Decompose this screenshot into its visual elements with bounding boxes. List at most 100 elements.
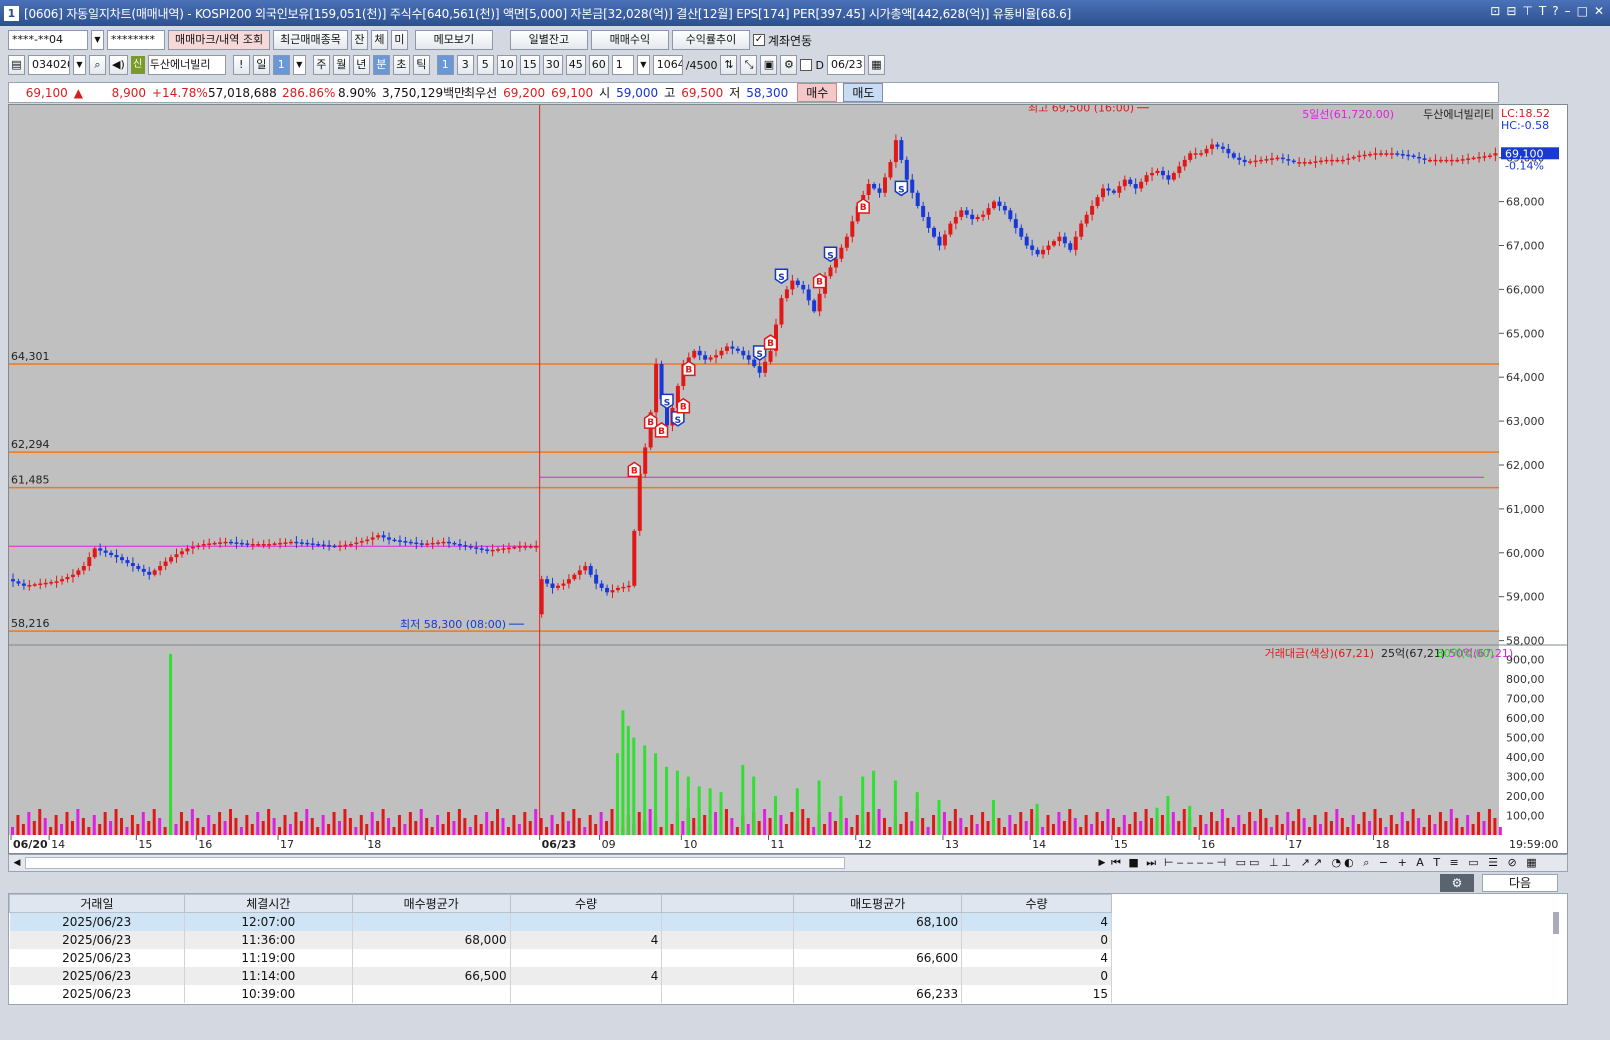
interval-button[interactable]: 45 [565, 55, 586, 75]
period-week-button[interactable]: 주 [312, 55, 330, 75]
volume-bar [1324, 812, 1328, 835]
pin-icon[interactable]: ⊤ [1522, 4, 1532, 18]
unit-field[interactable]: 1 [611, 55, 634, 75]
interval-button[interactable]: 3 [456, 55, 474, 75]
memo-button[interactable]: 메모보기 [414, 30, 493, 50]
table-row[interactable]: 2025/06/23 11:19:00 66,600 4 [9, 948, 1112, 967]
alert-button[interactable]: ! [232, 55, 250, 75]
table-settings-icon[interactable]: ⚙ [1440, 874, 1474, 892]
chart-panel[interactable]: 58,000 59,000 60,000 61,000 62,000 63,000 64,0… [8, 104, 1568, 854]
candle-body [354, 542, 359, 545]
quote-bar: 69,100 ▲ 8,900 +14.78% 57,018,688 286.86%… [8, 82, 1499, 103]
date-field[interactable]: 06/23 [826, 55, 865, 75]
scroll-right-icon[interactable]: ▶ [1094, 855, 1110, 871]
search-icon[interactable]: ⌕ [89, 55, 106, 75]
speaker-icon[interactable]: ◀) [109, 55, 128, 75]
bar-count-field[interactable]: 1064 [652, 55, 683, 75]
maximize-button[interactable]: □ [1577, 4, 1588, 18]
date-checkbox[interactable] [800, 59, 813, 71]
x-tick-label: 12 [858, 838, 872, 851]
interval-button[interactable]: 5 [476, 55, 494, 75]
chart-tools-strip[interactable]: ⊢‒‒‒‒⊣ ▭▭ ⊥⊥ ↗↗ ◔◐ ⌕ − + A T ≡ ▭ ☰ ⊘ ▦ [1164, 855, 1540, 871]
playback-controls[interactable]: ⏮ ■ ⏭ [1111, 855, 1158, 871]
stock-name-field[interactable]: 두산에너빌리 [147, 55, 226, 75]
volume-bar [1002, 827, 1006, 835]
window-control-icon[interactable]: ⊡ [1490, 4, 1500, 18]
scroll-left-icon[interactable]: ◀ [9, 855, 25, 871]
day-dropdown-icon[interactable]: ▼ [292, 55, 306, 75]
table-row[interactable]: 2025/06/23 10:39:00 66,233 15 [9, 984, 1112, 1003]
minimize-button[interactable]: – [1565, 4, 1571, 18]
stock-legend: 두산에너빌리티 [1423, 108, 1494, 121]
period-minute-button[interactable]: 분 [372, 55, 390, 75]
interval-button[interactable]: 15 [519, 55, 540, 75]
volume-bar [239, 827, 243, 835]
period-tick-button[interactable]: 틱 [412, 55, 430, 75]
volume-bar [441, 824, 445, 835]
cell-blank [661, 930, 795, 949]
sell-button[interactable]: 매도 [843, 83, 884, 102]
volume-bar [828, 812, 832, 835]
return-trend-button[interactable]: 수익률추이 [671, 30, 750, 50]
volume-bar [833, 821, 837, 835]
save-icon[interactable]: ▣ [760, 55, 778, 75]
interval-button[interactable]: 60 [588, 55, 609, 75]
password-field[interactable]: ******** [107, 30, 165, 50]
trade-marks-button[interactable]: 매매마크/내역 조회 [168, 30, 271, 50]
trade-profit-button[interactable]: 매매수익 [590, 30, 669, 50]
volume-bar [1264, 818, 1268, 835]
chart-tool-icon[interactable]: ⇅ [720, 55, 738, 75]
candle-body [1460, 159, 1465, 161]
code-dropdown-icon[interactable]: ▼ [73, 55, 86, 75]
buy-marker-label: B [680, 403, 687, 413]
stock-code-field[interactable]: 034020 [28, 55, 70, 75]
period-year-button[interactable]: 년 [352, 55, 370, 75]
chart-canvas[interactable]: 58,000 59,000 60,000 61,000 62,000 63,000 64,0… [9, 105, 1567, 853]
x-tick-label: 18 [1376, 838, 1390, 851]
account-dropdown-icon[interactable]: ▼ [91, 30, 104, 50]
balance-button[interactable]: 잔 [350, 30, 368, 50]
col-buy-qty: 수량 [509, 894, 663, 913]
volume-bar [283, 815, 287, 835]
candle-body [839, 247, 844, 259]
chart-scrollbar[interactable]: ◀ ▶ ⏮ ■ ⏭ ⊢‒‒‒‒⊣ ▭▭ ⊥⊥ ↗↗ ◔◐ ⌕ − + A T ≡… [8, 854, 1568, 872]
candle-body [109, 552, 114, 555]
draw-tool-icon[interactable]: ⤡ [740, 55, 758, 75]
period-day-count[interactable]: 1 [272, 55, 290, 75]
daily-balance-button[interactable]: 일별잔고 [509, 30, 588, 50]
period-day-button[interactable]: 일 [252, 55, 270, 75]
volume-bar [21, 824, 25, 835]
table-row[interactable]: 2025/06/23 11:36:00 68,000 4 0 [9, 930, 1112, 949]
table-row[interactable]: 2025/06/23 11:14:00 66,500 4 0 [9, 966, 1112, 985]
settings-icon[interactable]: ⚙ [780, 55, 798, 75]
interval-button[interactable]: 1 [436, 55, 454, 75]
table-row[interactable]: 2025/06/23 12:07:00 68,100 4 [9, 912, 1112, 931]
unfilled-button[interactable]: 미 [390, 30, 408, 50]
volume-bar [1122, 815, 1126, 835]
scroll-thumb[interactable] [25, 857, 845, 869]
help-icon[interactable]: ? [1552, 4, 1558, 18]
calendar-icon[interactable]: ▦ [867, 55, 885, 75]
window-control-icon[interactable]: ⊟ [1506, 4, 1516, 18]
candle-body [615, 587, 620, 591]
period-month-button[interactable]: 월 [332, 55, 350, 75]
unit-dropdown-icon[interactable]: ▼ [636, 55, 650, 75]
recent-trades-button[interactable]: 최근매매종목 [273, 30, 348, 50]
candle-body [932, 227, 937, 237]
interval-button[interactable]: 30 [542, 55, 563, 75]
next-button[interactable]: 다음 [1482, 874, 1558, 892]
volume-bar [1378, 818, 1382, 835]
executed-button[interactable]: 체 [370, 30, 388, 50]
table-scrollbar[interactable] [1553, 912, 1559, 934]
volume-bar [523, 812, 527, 835]
period-second-button[interactable]: 초 [392, 55, 410, 75]
account-field[interactable]: ****-**04 [8, 30, 88, 50]
buy-button[interactable]: 매수 [797, 83, 838, 102]
layout-icon[interactable]: ▤ [8, 55, 25, 75]
account-link-checkbox[interactable]: ✓ [752, 34, 765, 46]
candle-body [65, 576, 70, 580]
close-button[interactable]: ✕ [1594, 4, 1604, 18]
interval-button[interactable]: 10 [496, 55, 517, 75]
font-icon[interactable]: T [1539, 4, 1546, 18]
volume-bar [1057, 812, 1061, 835]
